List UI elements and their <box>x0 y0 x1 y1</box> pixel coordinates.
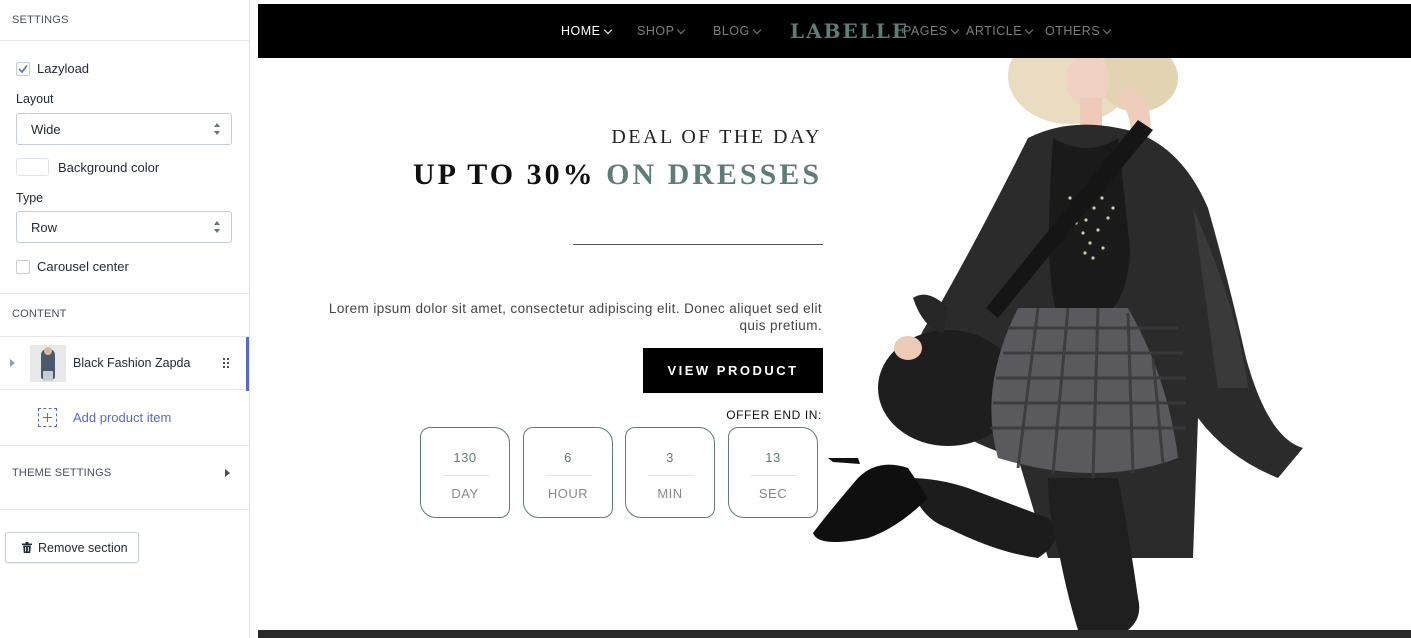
view-product-button[interactable]: VIEW PRODUCT <box>643 348 823 393</box>
site-logo[interactable]: LABELLE <box>790 19 909 43</box>
drag-handle-icon[interactable] <box>223 358 230 369</box>
type-select-value: Row <box>31 220 58 235</box>
deal-divider <box>573 244 823 245</box>
content-item[interactable]: Black Fashion Zapda <box>0 336 249 391</box>
countdown-unit: MIN <box>657 486 683 501</box>
type-select[interactable]: Row <box>16 211 232 243</box>
countdown-unit: HOUR <box>547 486 589 501</box>
remove-section-label: Remove section <box>38 540 128 555</box>
lazyload-checkbox-row[interactable]: Lazyload <box>16 61 89 76</box>
divider <box>751 475 797 476</box>
check-icon <box>18 64 28 73</box>
chevron-down-icon <box>752 25 761 35</box>
nav-item-label: OTHERS <box>1045 24 1101 38</box>
nav-item-article[interactable]: ARTICLE <box>966 24 1034 38</box>
background-color-swatch[interactable] <box>16 158 49 176</box>
lazyload-label: Lazyload <box>37 61 90 76</box>
layout-label: Layout <box>16 92 54 106</box>
settings-header: SETTINGS <box>0 0 249 41</box>
divider <box>648 475 694 476</box>
nav-item-shop[interactable]: SHOP <box>637 24 686 38</box>
layout-select-value: Wide <box>31 122 61 137</box>
divider <box>443 475 489 476</box>
remove-section-button[interactable]: Remove section <box>5 532 139 563</box>
nav-item-blog[interactable]: BLOG <box>713 24 761 38</box>
chevron-down-icon <box>677 25 686 35</box>
trash-icon <box>22 542 32 553</box>
deal-headline-main: UP TO 30% <box>412 158 596 191</box>
divider <box>0 445 249 446</box>
theme-settings-title[interactable]: THEME SETTINGS <box>12 467 111 479</box>
main-navbar: HOME SHOP BLOG LABELLE PAGES ARTICLE OTH… <box>258 4 1411 58</box>
countdown-unit: SEC <box>758 486 788 501</box>
type-label: Type <box>16 191 44 205</box>
nav-item-others[interactable]: OTHERS <box>1045 24 1112 38</box>
select-arrows-icon <box>213 123 221 135</box>
countdown-box-hour: 6 HOUR <box>523 427 613 518</box>
layout-select[interactable]: Wide <box>16 113 232 145</box>
chevron-down-icon <box>1024 25 1034 35</box>
chevron-down-icon <box>603 25 612 35</box>
countdown-box-min: 3 MIN <box>625 427 715 518</box>
caret-right-icon[interactable] <box>10 359 15 367</box>
nav-item-label: HOME <box>561 24 601 38</box>
caret-right-icon[interactable] <box>225 469 230 477</box>
storefront-preview: HOME SHOP BLOG LABELLE PAGES ARTICLE OTH… <box>258 0 1411 638</box>
chevron-down-icon <box>1102 25 1112 35</box>
countdown-box-sec: 13 SEC <box>728 427 818 518</box>
chevron-down-icon <box>950 25 959 35</box>
product-thumbnail <box>30 345 66 382</box>
countdown-value: 130 <box>453 450 477 465</box>
divider <box>0 509 249 510</box>
countdown-value: 3 <box>666 450 674 465</box>
nav-item-label: PAGES <box>903 24 948 38</box>
carousel-center-row[interactable]: Carousel center <box>16 259 129 274</box>
deal-description: Lorem ipsum dolor sit amet, consectetur … <box>328 301 822 333</box>
nav-item-home[interactable]: HOME <box>561 24 612 38</box>
add-product-item-button[interactable]: Add product item <box>38 408 171 427</box>
carousel-center-label: Carousel center <box>37 259 129 274</box>
add-product-item-label: Add product item <box>73 410 172 425</box>
offer-end-label: OFFER END IN: <box>726 408 822 422</box>
active-indicator <box>246 337 249 391</box>
countdown-unit: DAY <box>451 486 479 501</box>
nav-item-label: SHOP <box>637 24 675 38</box>
settings-sidebar: SETTINGS Lazyload Layout Wide Background… <box>0 0 250 638</box>
add-square-icon <box>38 408 57 427</box>
divider <box>546 475 592 476</box>
background-color-label: Background color <box>58 160 160 175</box>
carousel-center-checkbox[interactable] <box>16 259 30 274</box>
lazyload-checkbox[interactable] <box>16 61 30 76</box>
countdown-box-day: 130 DAY <box>420 427 510 518</box>
next-section-edge <box>258 630 1411 638</box>
nav-item-label: BLOG <box>713 24 750 38</box>
deal-subtitle: DEAL OF THE DAY <box>611 126 822 148</box>
content-item-label: Black Fashion Zapda <box>73 356 191 370</box>
content-title: CONTENT <box>12 308 67 320</box>
divider <box>0 293 249 294</box>
countdown-value: 6 <box>564 450 572 465</box>
select-arrows-icon <box>213 221 221 233</box>
countdown-value: 13 <box>765 450 781 465</box>
deal-headline-accent: ON DRESSES <box>606 158 822 191</box>
model-photo <box>813 58 1303 630</box>
nav-item-pages[interactable]: PAGES <box>903 24 959 38</box>
deal-headline: UP TO 30% ON DRESSES <box>413 158 822 192</box>
nav-item-label: ARTICLE <box>966 24 1023 38</box>
